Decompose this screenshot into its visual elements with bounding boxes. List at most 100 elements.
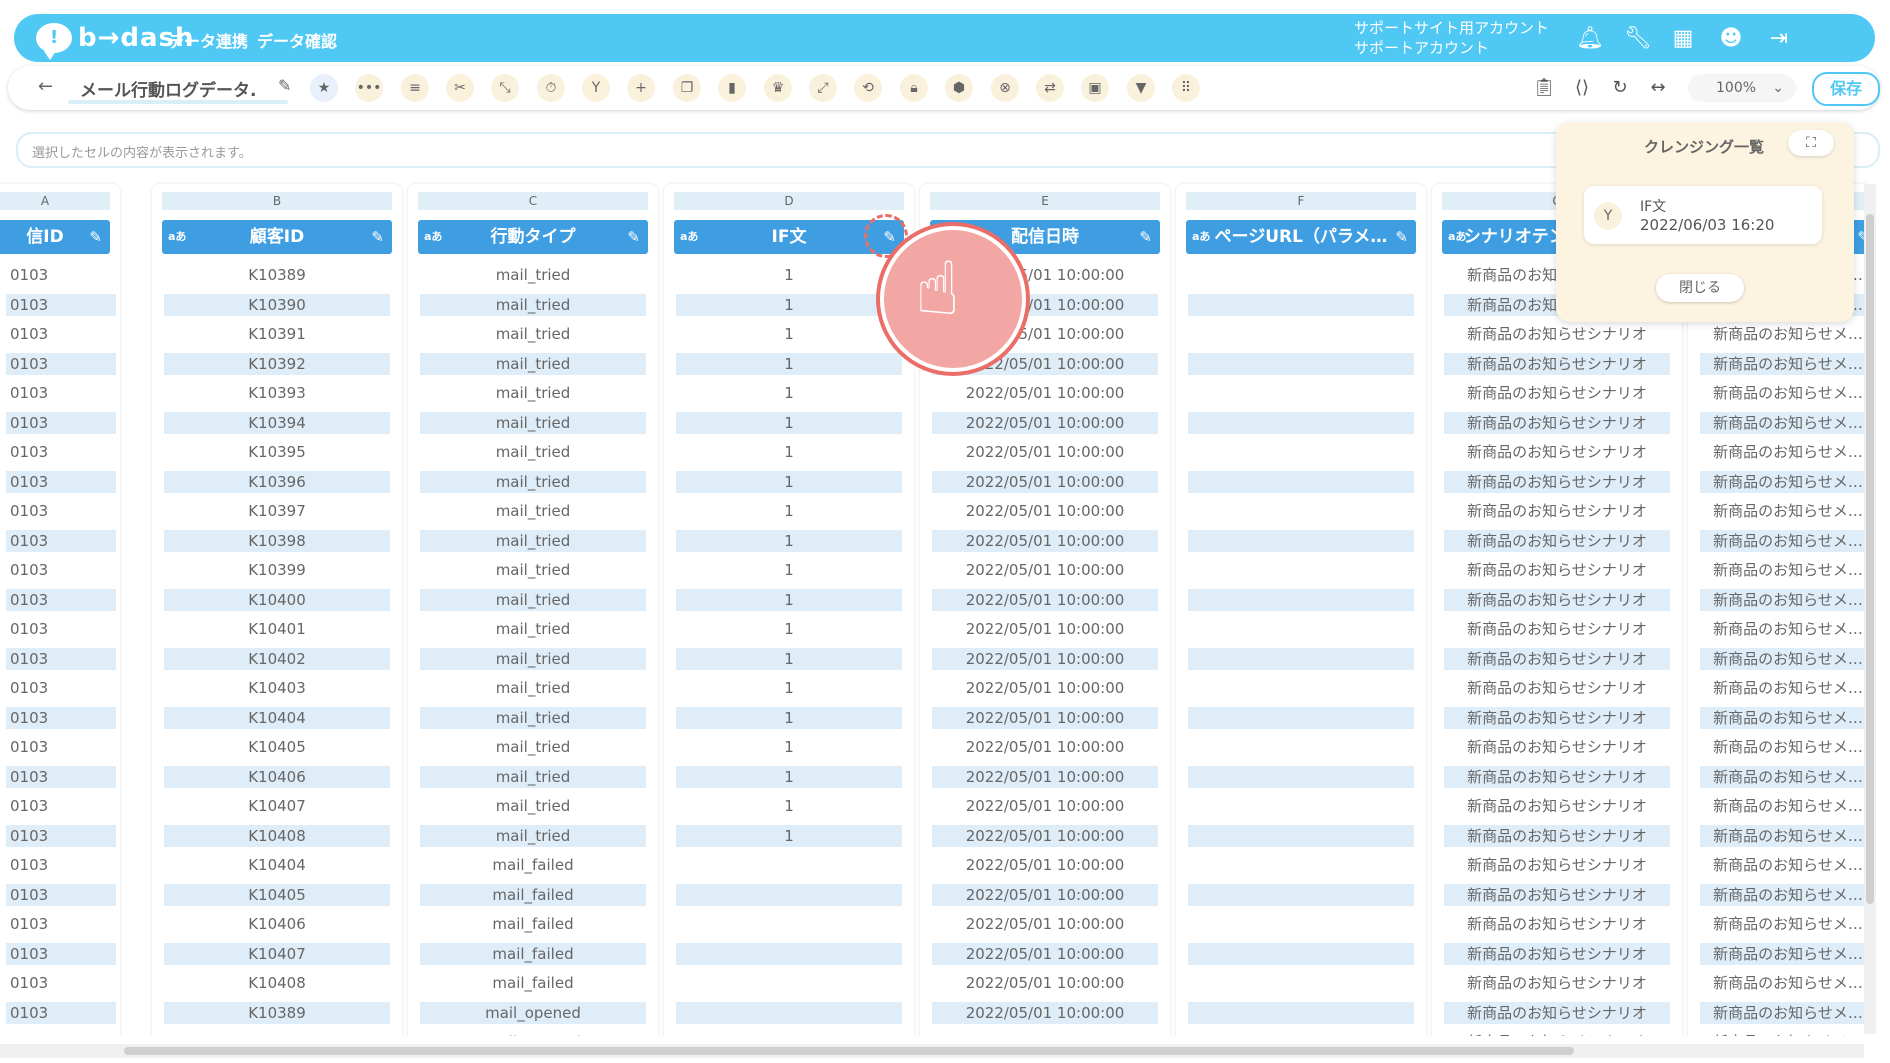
- column-letter[interactable]: E: [930, 192, 1160, 210]
- table-cell[interactable]: 0103: [6, 854, 116, 876]
- table-cell[interactable]: [1188, 293, 1414, 316]
- table-cell[interactable]: 新商品のお知らせシナリオ: [1444, 795, 1670, 817]
- table-cell[interactable]: 2022/05/01 10:00:00: [932, 1001, 1158, 1024]
- table-cell[interactable]: [1188, 972, 1414, 994]
- table-cell[interactable]: K10404: [164, 706, 390, 729]
- table-cell[interactable]: [1188, 382, 1414, 404]
- cancel-icon[interactable]: ⊗: [991, 74, 1019, 102]
- table-cell[interactable]: 0103: [6, 618, 116, 640]
- table-cell[interactable]: 新商品のお知らせメ…: [1700, 795, 1866, 817]
- table-cell[interactable]: 2022/05/01 10:00:00: [932, 765, 1158, 788]
- close-button[interactable]: 閉じる: [1656, 274, 1744, 302]
- table-cell[interactable]: 2022/05/01 10:00:00: [932, 647, 1158, 670]
- table-cell[interactable]: [1188, 824, 1414, 847]
- table-cell[interactable]: 2022/05/01 10:00:00: [932, 441, 1158, 463]
- table-cell[interactable]: 新商品のお知らせシナリオ: [1444, 706, 1670, 729]
- table-cell[interactable]: 1: [676, 500, 902, 522]
- cut-icon[interactable]: ✂: [446, 74, 474, 102]
- crown-icon[interactable]: ♛: [764, 74, 792, 102]
- table-cell[interactable]: mail_tried: [420, 500, 646, 522]
- table-cell[interactable]: 0103: [6, 883, 116, 906]
- table-cell[interactable]: K10406: [164, 765, 390, 788]
- table-cell[interactable]: 2022/05/01 10:00:00: [932, 736, 1158, 758]
- table-cell[interactable]: 1: [676, 441, 902, 463]
- table-cell[interactable]: [1188, 677, 1414, 699]
- table-cell[interactable]: 0103: [6, 382, 116, 404]
- column-header[interactable]: aあ ページURL（パラメ… ✎: [1186, 220, 1416, 254]
- table-cell[interactable]: 2022/05/01 10:00:00: [932, 824, 1158, 847]
- table-cell[interactable]: 新商品のお知らせメ…: [1700, 765, 1866, 788]
- table-cell[interactable]: [1188, 883, 1414, 906]
- table-cell[interactable]: 2022/05/01 10:00:00: [932, 559, 1158, 581]
- table-cell[interactable]: 1: [676, 323, 902, 345]
- table-cell[interactable]: 新商品のお知らせシナリオ: [1444, 529, 1670, 552]
- table-cell[interactable]: 新商品のお知らせメ…: [1700, 441, 1866, 463]
- save-button[interactable]: 保存: [1812, 72, 1880, 106]
- table-cell[interactable]: 0103: [6, 824, 116, 847]
- table-cell[interactable]: 0103: [6, 264, 116, 286]
- table-cell[interactable]: 1: [676, 352, 902, 375]
- table-cell[interactable]: 1: [676, 559, 902, 581]
- table-cell[interactable]: 1: [676, 382, 902, 404]
- table-cell[interactable]: 1: [676, 677, 902, 699]
- table-cell[interactable]: 0103: [6, 913, 116, 935]
- column-letter[interactable]: D: [674, 192, 904, 210]
- table-cell[interactable]: K10392: [164, 352, 390, 375]
- table-cell[interactable]: 2022/05/01 10:00:00: [932, 1031, 1158, 1036]
- table-cell[interactable]: 2022/05/01 10:00:00: [932, 382, 1158, 404]
- table-cell[interactable]: 1: [676, 470, 902, 493]
- table-cell[interactable]: mail_tried: [420, 382, 646, 404]
- table-cell[interactable]: 新商品のお知らせメ…: [1700, 972, 1866, 994]
- table-cell[interactable]: 新商品のお知らせメ…: [1700, 677, 1866, 699]
- table-cell[interactable]: [1188, 588, 1414, 611]
- rename-pencil-icon[interactable]: ✎: [278, 76, 291, 95]
- table-cell[interactable]: 0103: [6, 293, 116, 316]
- table-cell[interactable]: mail_tried: [420, 677, 646, 699]
- table-cell[interactable]: K10405: [164, 736, 390, 758]
- table-cell[interactable]: 新商品のお知らせシナリオ: [1444, 736, 1670, 758]
- table-cell[interactable]: 0103: [6, 706, 116, 729]
- table-cell[interactable]: 2022/05/01 10:00:00: [932, 618, 1158, 640]
- loop-icon[interactable]: ⟲: [854, 74, 882, 102]
- edit-pencil-icon[interactable]: ✎: [1395, 220, 1408, 254]
- table-cell[interactable]: 0103: [6, 1001, 116, 1024]
- table-cell[interactable]: 新商品のお知らせメ…: [1700, 470, 1866, 493]
- table-cell[interactable]: mail_tried: [420, 470, 646, 493]
- table-cell[interactable]: [1188, 736, 1414, 758]
- table-cell[interactable]: [1188, 942, 1414, 965]
- share-icon[interactable]: ⟨⟩: [1570, 76, 1594, 100]
- table-cell[interactable]: mail_tried: [420, 588, 646, 611]
- zoom-select[interactable]: 100% ⌄: [1688, 74, 1796, 102]
- table-cell[interactable]: [1188, 706, 1414, 729]
- table-cell[interactable]: 新商品のお知らせメ…: [1700, 559, 1866, 581]
- table-cell[interactable]: mail_tried: [420, 293, 646, 316]
- table-cell[interactable]: 新商品のお知らせシナリオ: [1444, 323, 1670, 345]
- nav-data-link[interactable]: データ連携: [168, 28, 248, 52]
- table-cell[interactable]: 2022/05/01 10:00:00: [932, 500, 1158, 522]
- table-cell[interactable]: K10406: [164, 913, 390, 935]
- column-letter[interactable]: F: [1186, 192, 1416, 210]
- table-cell[interactable]: [1188, 795, 1414, 817]
- vertical-scroll-thumb[interactable]: [1866, 214, 1874, 904]
- table-cell[interactable]: 1: [676, 618, 902, 640]
- clipboard-icon[interactable]: 📋︎: [1532, 76, 1556, 100]
- table-cell[interactable]: K10396: [164, 470, 390, 493]
- table-cell[interactable]: [1188, 765, 1414, 788]
- table-cell[interactable]: [1188, 559, 1414, 581]
- table-cell[interactable]: K10398: [164, 529, 390, 552]
- table-cell[interactable]: K10389: [164, 264, 390, 286]
- table-cell[interactable]: 0103: [6, 559, 116, 581]
- table-cell[interactable]: 新商品のお知らせメ…: [1700, 1031, 1866, 1036]
- table-cell[interactable]: mail_tried: [420, 264, 646, 286]
- table-cell[interactable]: [676, 1001, 902, 1024]
- table-cell[interactable]: 新商品のお知らせメ…: [1700, 647, 1866, 670]
- edit-pencil-icon[interactable]: ✎: [627, 220, 640, 254]
- expand-arrows-icon[interactable]: ⤢: [809, 74, 837, 102]
- table-cell[interactable]: K10390: [164, 1031, 390, 1036]
- table-cell[interactable]: K10403: [164, 677, 390, 699]
- table-cell[interactable]: mail_failed: [420, 913, 646, 935]
- table-cell[interactable]: 新商品のお知らせシナリオ: [1444, 883, 1670, 906]
- table-cell[interactable]: 1: [676, 736, 902, 758]
- table-cell[interactable]: 新商品のお知らせシナリオ: [1444, 677, 1670, 699]
- table-cell[interactable]: 2022/05/01 10:00:00: [932, 588, 1158, 611]
